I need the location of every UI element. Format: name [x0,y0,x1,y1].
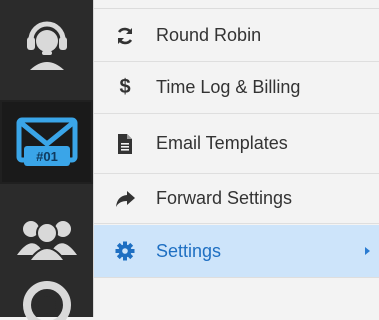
rail-email-badge: #01 [36,149,58,164]
email-inbox-icon: #01 [16,117,77,166]
rail-item-help[interactable] [0,280,93,320]
rail-item-support[interactable] [0,0,93,84]
menu-item-label: Forward Settings [156,188,293,208]
menu-item-label: Time Log & Billing [156,77,301,97]
chevron-right-icon [365,247,370,255]
menu-divider [94,8,379,9]
menu-item-email-templates[interactable]: Email Templates [94,114,379,174]
dollar-icon: $ [119,76,131,98]
rail-item-users[interactable] [0,196,93,280]
menu-item-forward-settings[interactable]: Forward Settings [94,174,379,224]
rail-item-email[interactable]: #01 [0,100,93,184]
menu-item-label: Round Robin [156,25,262,45]
menu-item-round-robin[interactable]: Round Robin [94,10,379,62]
menu-item-time-log-billing[interactable]: $ Time Log & Billing [94,62,379,114]
menu-item-settings[interactable]: Settings [94,225,379,278]
refresh-icon [94,26,156,46]
menu-item-label: Settings [156,240,222,261]
forward-icon [94,190,156,208]
lifebuoy-icon [22,281,71,320]
gear-icon [94,241,156,261]
document-icon [94,133,156,154]
users-group-icon [16,221,77,261]
menu-item-label: Email Templates [156,133,288,153]
icon-rail: #01 [0,0,93,320]
headset-support-icon [26,21,67,70]
settings-submenu: Round Robin $ Time Log & Billing Email T… [93,0,379,317]
